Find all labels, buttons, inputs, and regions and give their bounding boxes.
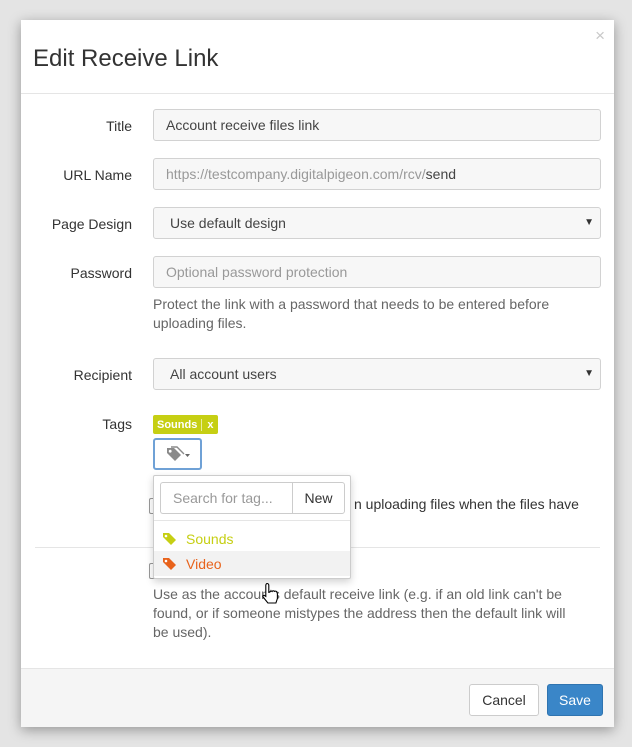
caret-down-icon: ▼ [584, 368, 594, 379]
edit-receive-link-modal: × Edit Receive Link Title Account receiv… [21, 20, 614, 727]
dropdown-divider [154, 520, 350, 521]
save-button[interactable]: Save [547, 684, 603, 716]
password-placeholder: Optional password protection [166, 264, 348, 280]
default-link-help-line1: Use as the accounts default receive link… [153, 586, 562, 602]
notify-text: n uploading files when the files have [354, 496, 579, 512]
close-icon[interactable]: × [595, 26, 605, 46]
tag-picker-button[interactable] [153, 438, 202, 470]
password-help: Protect the link with a password that ne… [153, 295, 603, 333]
cancel-button[interactable]: Cancel [469, 684, 539, 716]
modal-footer: Cancel Save [21, 668, 614, 727]
url-name-input[interactable]: https://testcompany.digitalpigeon.com/rc… [153, 158, 601, 190]
default-link-help-line3: be used). [153, 624, 212, 640]
tag-option-label: Video [186, 555, 222, 572]
password-label: Password [70, 265, 132, 281]
password-help-line2: uploading files. [153, 315, 247, 331]
page-design-select[interactable]: Use default design ▼ [153, 207, 601, 239]
tag-icon [163, 532, 176, 545]
caret-down-icon: ▼ [584, 217, 594, 228]
tag-chip-sounds: Sounds x [153, 415, 219, 434]
modal-title: Edit Receive Link [33, 45, 219, 72]
default-link-help-line2: found, or if someone mistypes the addres… [153, 605, 566, 621]
title-input-value: Account receive files link [166, 117, 320, 133]
password-help-line1: Protect the link with a password that ne… [153, 296, 550, 312]
tag-dropdown: Search for tag... New Sounds Video [153, 475, 351, 579]
tags-icon [166, 446, 190, 461]
page-design-value: Use default design [170, 215, 286, 231]
hand-cursor-icon [262, 582, 278, 604]
header-divider [21, 93, 614, 94]
tag-option-video[interactable]: Video [154, 551, 350, 576]
recipient-value: All account users [170, 366, 277, 382]
recipient-select[interactable]: All account users ▼ [153, 358, 601, 390]
tags-label: Tags [102, 416, 132, 432]
recipient-label: Recipient [73, 367, 132, 383]
tag-search-placeholder: Search for tag... [173, 490, 273, 506]
page-design-label: Page Design [51, 216, 132, 232]
tag-option-sounds[interactable]: Sounds [154, 526, 350, 551]
default-link-help: Use as the accounts default receive link… [153, 585, 603, 642]
url-name-label: URL Name [63, 167, 132, 183]
title-label: Title [106, 118, 132, 134]
title-input[interactable]: Account receive files link [153, 109, 601, 141]
url-prefix: https://testcompany.digitalpigeon.com/rc… [166, 166, 426, 182]
tag-search-input[interactable]: Search for tag... [160, 482, 293, 514]
tag-chip-name: Sounds [157, 418, 198, 431]
password-input[interactable]: Optional password protection [153, 256, 601, 288]
tag-icon [163, 557, 176, 570]
tag-remove-button[interactable]: x [201, 418, 218, 431]
url-name-value: send [425, 166, 457, 182]
new-tag-button[interactable]: New [292, 482, 345, 514]
tag-option-label: Sounds [186, 530, 234, 547]
